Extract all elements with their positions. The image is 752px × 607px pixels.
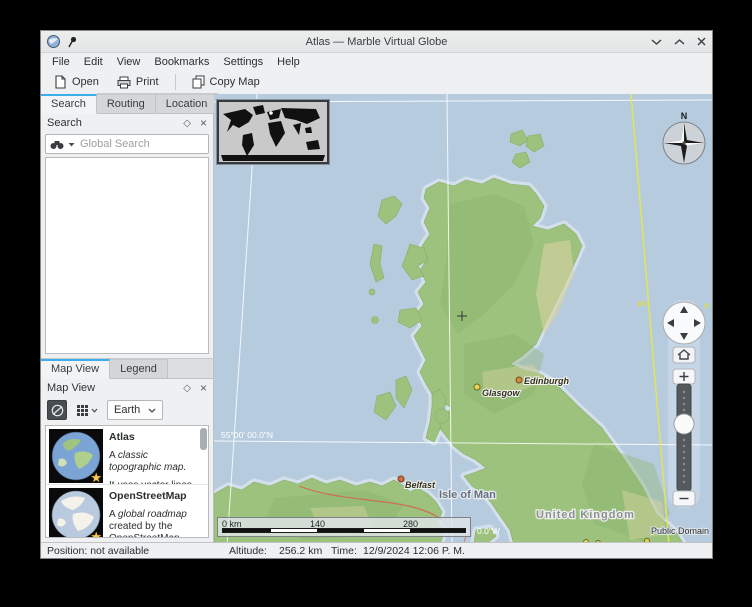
favorite-star-icon: ★: [90, 471, 102, 484]
map-theme-title: OpenStreetMap: [109, 490, 187, 502]
attribution-label: Public Domain: [651, 526, 709, 536]
toolbar-separator: [175, 74, 176, 90]
compass-north-label: N: [681, 111, 688, 121]
minimize-button[interactable]: [651, 38, 662, 46]
menu-file[interactable]: File: [45, 55, 77, 69]
globe-projection-icon: [51, 404, 64, 417]
menu-view[interactable]: View: [110, 55, 148, 69]
search-panel-header: Search ◇ ×: [41, 114, 213, 132]
scale-bar-segments: [222, 528, 466, 533]
close-panel-icon[interactable]: ×: [200, 116, 207, 130]
celestial-body-value: Earth: [114, 404, 140, 416]
status-time-label: Time:: [331, 545, 357, 557]
mapview-panel-header: Map View ◇ ×: [41, 379, 213, 397]
map-theme-description: A classic topographic map.: [109, 450, 198, 474]
app-window: Atlas — Marble Virtual Globe File: [40, 30, 713, 559]
search-dock-tabbar: Search Routing Location: [41, 94, 213, 114]
openstreetmap-thumbnail: ★: [49, 488, 103, 538]
copy-icon: [192, 75, 205, 89]
map-theme-list[interactable]: ★ Atlas A classic topographic map. It us…: [45, 425, 209, 538]
titlebar[interactable]: Atlas — Marble Virtual Globe: [41, 31, 712, 53]
latitude-label: 55°00' 00.0"N: [221, 430, 273, 440]
global-search-box[interactable]: [45, 134, 209, 154]
open-file-icon: [54, 75, 67, 89]
float-panel-icon[interactable]: ◇: [183, 118, 191, 129]
compass-rose[interactable]: N: [660, 107, 708, 167]
edinburgh-marker[interactable]: [516, 377, 522, 383]
grid-view-icon: [76, 404, 89, 417]
main-toolbar: Open Print Copy Map: [41, 70, 712, 94]
longitude-label: 0.0"W: [477, 526, 500, 536]
search-options-chevron-icon[interactable]: [68, 142, 75, 147]
chevron-down-icon: [91, 408, 98, 413]
status-bar: Position: not available Altitude: 256.2 …: [41, 542, 712, 558]
tab-routing[interactable]: Routing: [97, 93, 156, 113]
map-theme-description: A global roadmap created by the OpenStre…: [109, 509, 198, 538]
map-theme-openstreetmap[interactable]: ★ OpenStreetMap A global roadmap created…: [46, 484, 208, 538]
copy-map-label: Copy Map: [210, 76, 260, 88]
status-altitude-value: 256.2 km: [279, 545, 322, 557]
search-panel-title: Search: [47, 117, 82, 129]
global-search-input[interactable]: [78, 137, 204, 151]
menubar: File Edit View Bookmarks Settings Help: [41, 53, 712, 70]
overview-map[interactable]: [217, 100, 329, 164]
print-label: Print: [136, 76, 159, 88]
map-viewport[interactable]: 55°00' 00.0"N 0.0"W Pri n: [214, 94, 712, 542]
belfast-label: Belfast: [405, 480, 436, 490]
menu-edit[interactable]: Edit: [77, 55, 110, 69]
float-panel-icon[interactable]: ◇: [183, 383, 191, 394]
status-time-value: 12/9/2024 12:06 P. M.: [363, 545, 465, 557]
overview-position-dot: [269, 111, 273, 115]
map-list-scrollbar[interactable]: [200, 428, 207, 450]
left-dock: Search Routing Location Search ◇ ×: [41, 94, 214, 542]
edinburgh-label: Edinburgh: [524, 376, 569, 386]
prime-meridian-label-fragment: Pri: [638, 299, 649, 309]
tab-location[interactable]: Location: [156, 93, 219, 113]
close-panel-icon[interactable]: ×: [200, 381, 207, 395]
glasgow-label: Glasgow: [482, 388, 521, 398]
menu-settings[interactable]: Settings: [216, 55, 270, 69]
window-title: Atlas — Marble Virtual Globe: [41, 36, 712, 48]
map-theme-description-line2: It uses vector lines to mark: [109, 480, 198, 484]
pin-icon[interactable]: [67, 36, 78, 48]
mapview-panel-title: Map View: [47, 382, 95, 394]
tab-legend[interactable]: Legend: [110, 358, 168, 378]
tab-search[interactable]: Search: [41, 94, 97, 114]
united-kingdom-label: United Kingdom: [536, 509, 635, 521]
close-button[interactable]: [697, 37, 706, 46]
print-button[interactable]: Print: [112, 74, 164, 91]
favorite-star-icon: ★: [90, 530, 102, 538]
mapview-dock: Map View Legend Map View ◇ ×: [41, 358, 213, 542]
printer-icon: [117, 76, 131, 89]
glasgow-marker[interactable]: [474, 384, 480, 390]
copy-map-button[interactable]: Copy Map: [187, 73, 265, 91]
search-results-list[interactable]: [45, 157, 209, 354]
celestial-body-button[interactable]: [47, 400, 67, 420]
status-position: Position: not available: [47, 545, 149, 557]
open-label: Open: [72, 76, 99, 88]
celestial-body-select[interactable]: Earth: [107, 400, 163, 420]
isle-of-man-label: Isle of Man: [439, 489, 496, 501]
binoculars-icon: [50, 139, 65, 150]
map-theme-atlas[interactable]: ★ Atlas A classic topographic map. It us…: [46, 426, 208, 484]
map-theme-title: Atlas: [109, 431, 135, 443]
maximize-button[interactable]: [674, 38, 685, 46]
zoom-slider-thumb[interactable]: [674, 414, 694, 434]
chevron-down-icon: [148, 408, 156, 413]
status-altitude-label: Altitude:: [229, 545, 267, 557]
belfast-marker[interactable]: [398, 476, 404, 482]
app-globe-icon: [47, 35, 60, 48]
mapview-controls: Earth: [41, 397, 213, 423]
navigation-controls[interactable]: [658, 298, 710, 510]
atlas-thumbnail: ★: [49, 429, 103, 483]
search-dock: Search Routing Location Search ◇ ×: [41, 94, 213, 358]
mapview-dock-tabbar: Map View Legend: [41, 359, 213, 379]
menu-help[interactable]: Help: [270, 55, 307, 69]
open-button[interactable]: Open: [49, 73, 104, 91]
map-list-view-button[interactable]: [72, 400, 102, 420]
map-scale-bar: 0 km 140 280: [217, 517, 471, 537]
menu-bookmarks[interactable]: Bookmarks: [147, 55, 216, 69]
tab-map-view[interactable]: Map View: [41, 359, 110, 379]
